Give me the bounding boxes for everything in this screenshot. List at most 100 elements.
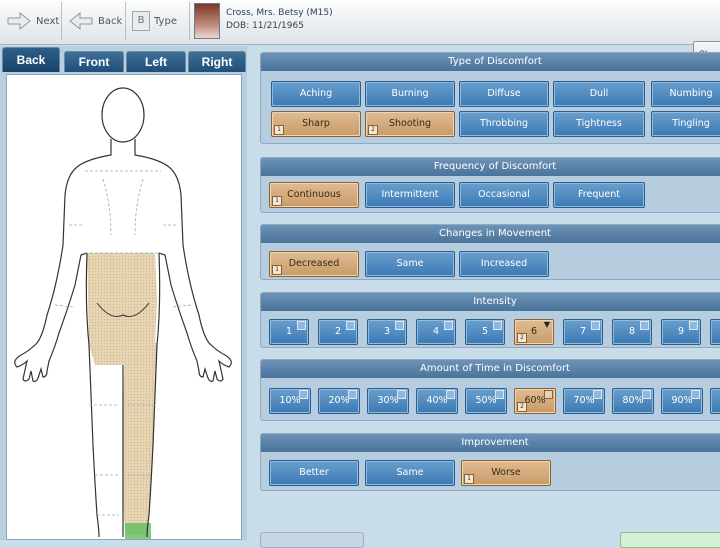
rank-badge: 1: [272, 265, 282, 275]
patient-dob: DOB: 11/21/1965: [226, 21, 304, 31]
back-label: Back: [98, 15, 123, 27]
option-label: 40%: [426, 395, 448, 406]
option-burning[interactable]: Burning: [365, 81, 455, 107]
option-dull[interactable]: Dull: [553, 81, 645, 107]
option-aching[interactable]: Aching: [271, 81, 361, 107]
section-intensity: Intensity 1 2 3 4 5 6 2 ▼ 7 8 9: [260, 292, 720, 348]
intensity-5[interactable]: 5: [465, 319, 505, 345]
tab-front[interactable]: Front: [64, 51, 124, 72]
intensity-4[interactable]: 4: [416, 319, 456, 345]
intensity-8[interactable]: 8: [612, 319, 652, 345]
patient-header: Cross, Mrs. Betsy (M15) DOB: 11/21/1965: [194, 3, 333, 41]
option-numbing[interactable]: Numbing: [651, 81, 720, 107]
option-label: 60%: [524, 395, 546, 406]
expand-icon: [397, 390, 406, 399]
option-sharp[interactable]: Sharp 1: [271, 111, 361, 137]
tab-back[interactable]: Back: [2, 47, 60, 72]
expand-icon: [444, 321, 453, 330]
time-20[interactable]: 20%: [318, 388, 360, 414]
time-10[interactable]: 10%: [269, 388, 311, 414]
section-title: Frequency of Discomfort: [261, 158, 720, 176]
option-label: 5: [481, 326, 489, 337]
option-frequent[interactable]: Frequent: [553, 182, 645, 208]
expand-icon: [691, 390, 700, 399]
bottom-left-button[interactable]: [260, 532, 364, 548]
option-same[interactable]: Same: [365, 251, 455, 277]
expand-icon: [297, 321, 306, 330]
option-label: 10%: [279, 395, 301, 406]
body-map-panel: Back Front Left Right: [0, 46, 247, 540]
top-toolbar: Next Back B Type Cross, Mrs. Betsy (M15)…: [0, 0, 720, 45]
option-label: 70%: [573, 395, 595, 406]
option-same-improvement[interactable]: Same: [365, 460, 455, 486]
option-label: Shooting: [388, 118, 432, 129]
option-better[interactable]: Better: [269, 460, 359, 486]
option-label: Worse: [491, 467, 521, 478]
option-label: 9: [677, 326, 685, 337]
option-worse[interactable]: Worse 1: [461, 460, 551, 486]
bottom-right-button[interactable]: [620, 532, 720, 548]
intensity-2[interactable]: 2: [318, 319, 358, 345]
time-90[interactable]: 90%: [661, 388, 703, 414]
intensity-3[interactable]: 3: [367, 319, 407, 345]
intensity-7[interactable]: 7: [563, 319, 603, 345]
option-continuous[interactable]: Continuous 1: [269, 182, 359, 208]
rank-badge: 1: [272, 196, 282, 206]
option-label: 30%: [377, 395, 399, 406]
tab-right[interactable]: Right: [188, 51, 246, 72]
option-increased[interactable]: Increased: [459, 251, 549, 277]
time-70[interactable]: 70%: [563, 388, 605, 414]
time-30[interactable]: 30%: [367, 388, 409, 414]
rank-badge: 2: [368, 125, 378, 135]
expand-icon: [348, 390, 357, 399]
expand-icon: [346, 321, 355, 330]
time-50[interactable]: 50%: [465, 388, 507, 414]
section-amount-of-time: Amount of Time in Discomfort 10% 20% 30%…: [260, 359, 720, 421]
option-occasional[interactable]: Occasional: [459, 182, 549, 208]
option-label: Decreased: [288, 258, 340, 269]
patient-photo: [194, 3, 220, 39]
pain-region-left-leg[interactable]: [123, 343, 157, 535]
expand-icon: [544, 390, 553, 399]
next-button[interactable]: Next: [0, 2, 62, 40]
option-shooting[interactable]: Shooting 2: [365, 111, 455, 137]
time-100-partial[interactable]: [710, 388, 720, 414]
intensity-9[interactable]: 9: [661, 319, 701, 345]
option-label: 80%: [622, 395, 644, 406]
option-tightness[interactable]: Tightness: [553, 111, 645, 137]
intensity-10-partial[interactable]: [710, 319, 720, 345]
option-label: 20%: [328, 395, 350, 406]
intensity-6[interactable]: 6 2 ▼: [514, 319, 554, 345]
tab-left[interactable]: Left: [126, 51, 186, 72]
rank-badge: 1: [464, 474, 474, 484]
intensity-1[interactable]: 1: [269, 319, 309, 345]
section-improvement: Improvement Better Same Worse 1: [260, 433, 720, 491]
body-diagram[interactable]: [7, 75, 241, 539]
assessment-panel: Type of Discomfort Aching Burning Diffus…: [256, 46, 720, 540]
expand-icon: [640, 321, 649, 330]
time-60[interactable]: 60% 2: [514, 388, 556, 414]
option-decreased[interactable]: Decreased 1: [269, 251, 359, 277]
type-button[interactable]: B Type: [126, 2, 190, 40]
caret-down-icon: ▼: [543, 320, 550, 329]
arrow-left-icon: [68, 12, 94, 30]
section-title: Changes in Movement: [261, 225, 720, 243]
expand-icon: [495, 390, 504, 399]
option-throbbing[interactable]: Throbbing: [459, 111, 549, 137]
next-label: Next: [36, 15, 60, 27]
option-label: 90%: [671, 395, 693, 406]
option-diffuse[interactable]: Diffuse: [459, 81, 549, 107]
option-label: Sharp: [302, 118, 330, 129]
section-type-of-discomfort: Type of Discomfort Aching Burning Diffus…: [260, 52, 720, 144]
section-title: Type of Discomfort: [261, 53, 720, 71]
section-title: Amount of Time in Discomfort: [261, 360, 720, 378]
back-button[interactable]: Back: [62, 2, 126, 40]
time-80[interactable]: 80%: [612, 388, 654, 414]
expand-icon: [446, 390, 455, 399]
option-label: 4: [432, 326, 440, 337]
section-title: Improvement: [261, 434, 720, 452]
option-intermittent[interactable]: Intermittent: [365, 182, 455, 208]
expand-icon: [689, 321, 698, 330]
time-40[interactable]: 40%: [416, 388, 458, 414]
option-tingling[interactable]: Tingling: [651, 111, 720, 137]
